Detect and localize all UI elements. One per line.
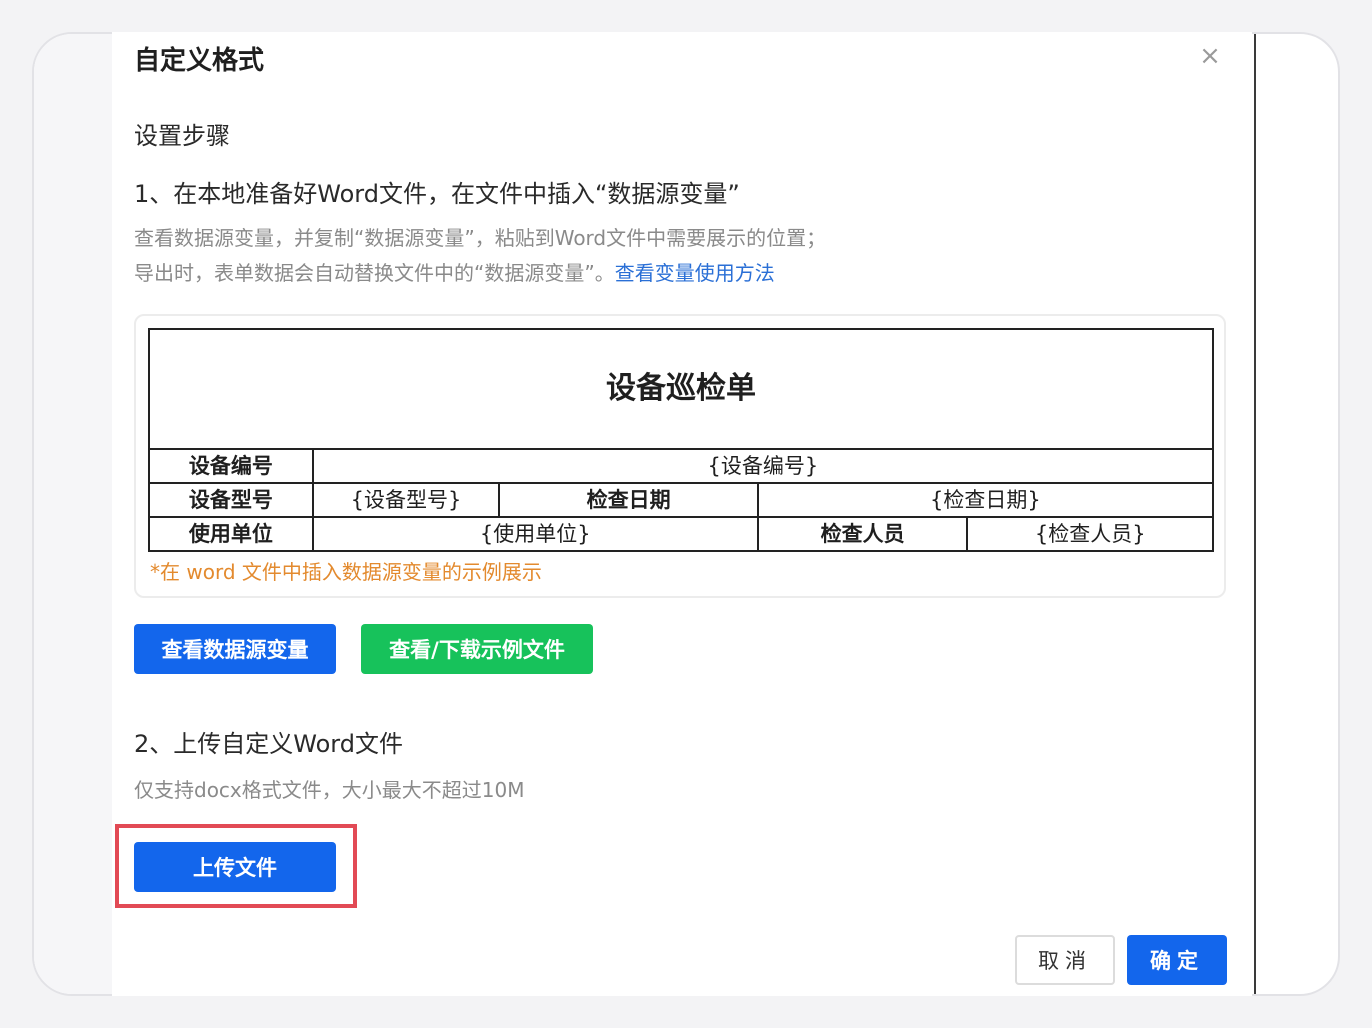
view-data-source-variables-button[interactable]: 查看数据源变量 <box>134 624 336 674</box>
step1-desc-line2-text: 导出时，表单数据会自动替换文件中的“数据源变量”。 <box>134 261 615 285</box>
table-value: {使用单位} <box>311 516 759 552</box>
upload-file-button[interactable]: 上传文件 <box>134 842 336 892</box>
view-download-sample-button[interactable]: 查看/下载示例文件 <box>361 624 593 674</box>
confirm-button[interactable]: 确定 <box>1127 935 1227 985</box>
table-row: 使用单位 {使用单位} 检查人员 {检查人员} <box>148 516 1214 552</box>
step2-title: 2、上传自定义Word文件 <box>134 730 403 758</box>
custom-format-dialog: 自定义格式 × 设置步骤 1、在本地准备好Word文件，在文件中插入“数据源变量… <box>112 32 1252 996</box>
table-value: {设备编号} <box>311 448 1215 484</box>
dialog-edge-divider <box>1254 34 1256 994</box>
table-label: 检查人员 <box>756 516 969 552</box>
example-note: *在 word 文件中插入数据源变量的示例展示 <box>150 560 542 584</box>
table-label: 设备型号 <box>148 482 314 518</box>
view-variable-usage-link[interactable]: 查看变量使用方法 <box>615 261 775 285</box>
table-value: {检查人员} <box>966 516 1214 552</box>
step1-title: 1、在本地准备好Word文件，在文件中插入“数据源变量” <box>134 180 740 208</box>
table-value: {设备型号} <box>311 482 501 518</box>
table-row: 设备编号 {设备编号} <box>148 448 1215 484</box>
example-preview-box: 设备巡检单 设备编号 {设备编号} 设备型号 {设备型号} 检查日期 {检查日期… <box>134 314 1226 598</box>
cancel-button[interactable]: 取消 <box>1015 935 1115 985</box>
table-title: 设备巡检单 <box>148 328 1214 450</box>
step2-desc: 仅支持docx格式文件，大小最大不超过10M <box>134 778 525 802</box>
step1-desc-line1: 查看数据源变量，并复制“数据源变量”，粘贴到Word文件中需要展示的位置； <box>134 226 827 250</box>
sample-inspection-table: 设备巡检单 设备编号 {设备编号} 设备型号 {设备型号} 检查日期 {检查日期… <box>148 328 1215 552</box>
table-label: 设备编号 <box>148 448 314 484</box>
table-row: 设备型号 {设备型号} 检查日期 {检查日期} <box>148 482 1215 518</box>
dialog-title: 自定义格式 <box>134 46 265 76</box>
background-overlay <box>34 34 114 994</box>
setup-steps-heading: 设置步骤 <box>134 122 230 150</box>
table-label: 使用单位 <box>148 516 314 552</box>
close-icon[interactable]: × <box>1196 41 1224 71</box>
table-value: {检查日期} <box>756 482 1215 518</box>
step1-desc-line2: 导出时，表单数据会自动替换文件中的“数据源变量”。查看变量使用方法 <box>134 257 775 286</box>
table-label: 检查日期 <box>498 482 759 518</box>
